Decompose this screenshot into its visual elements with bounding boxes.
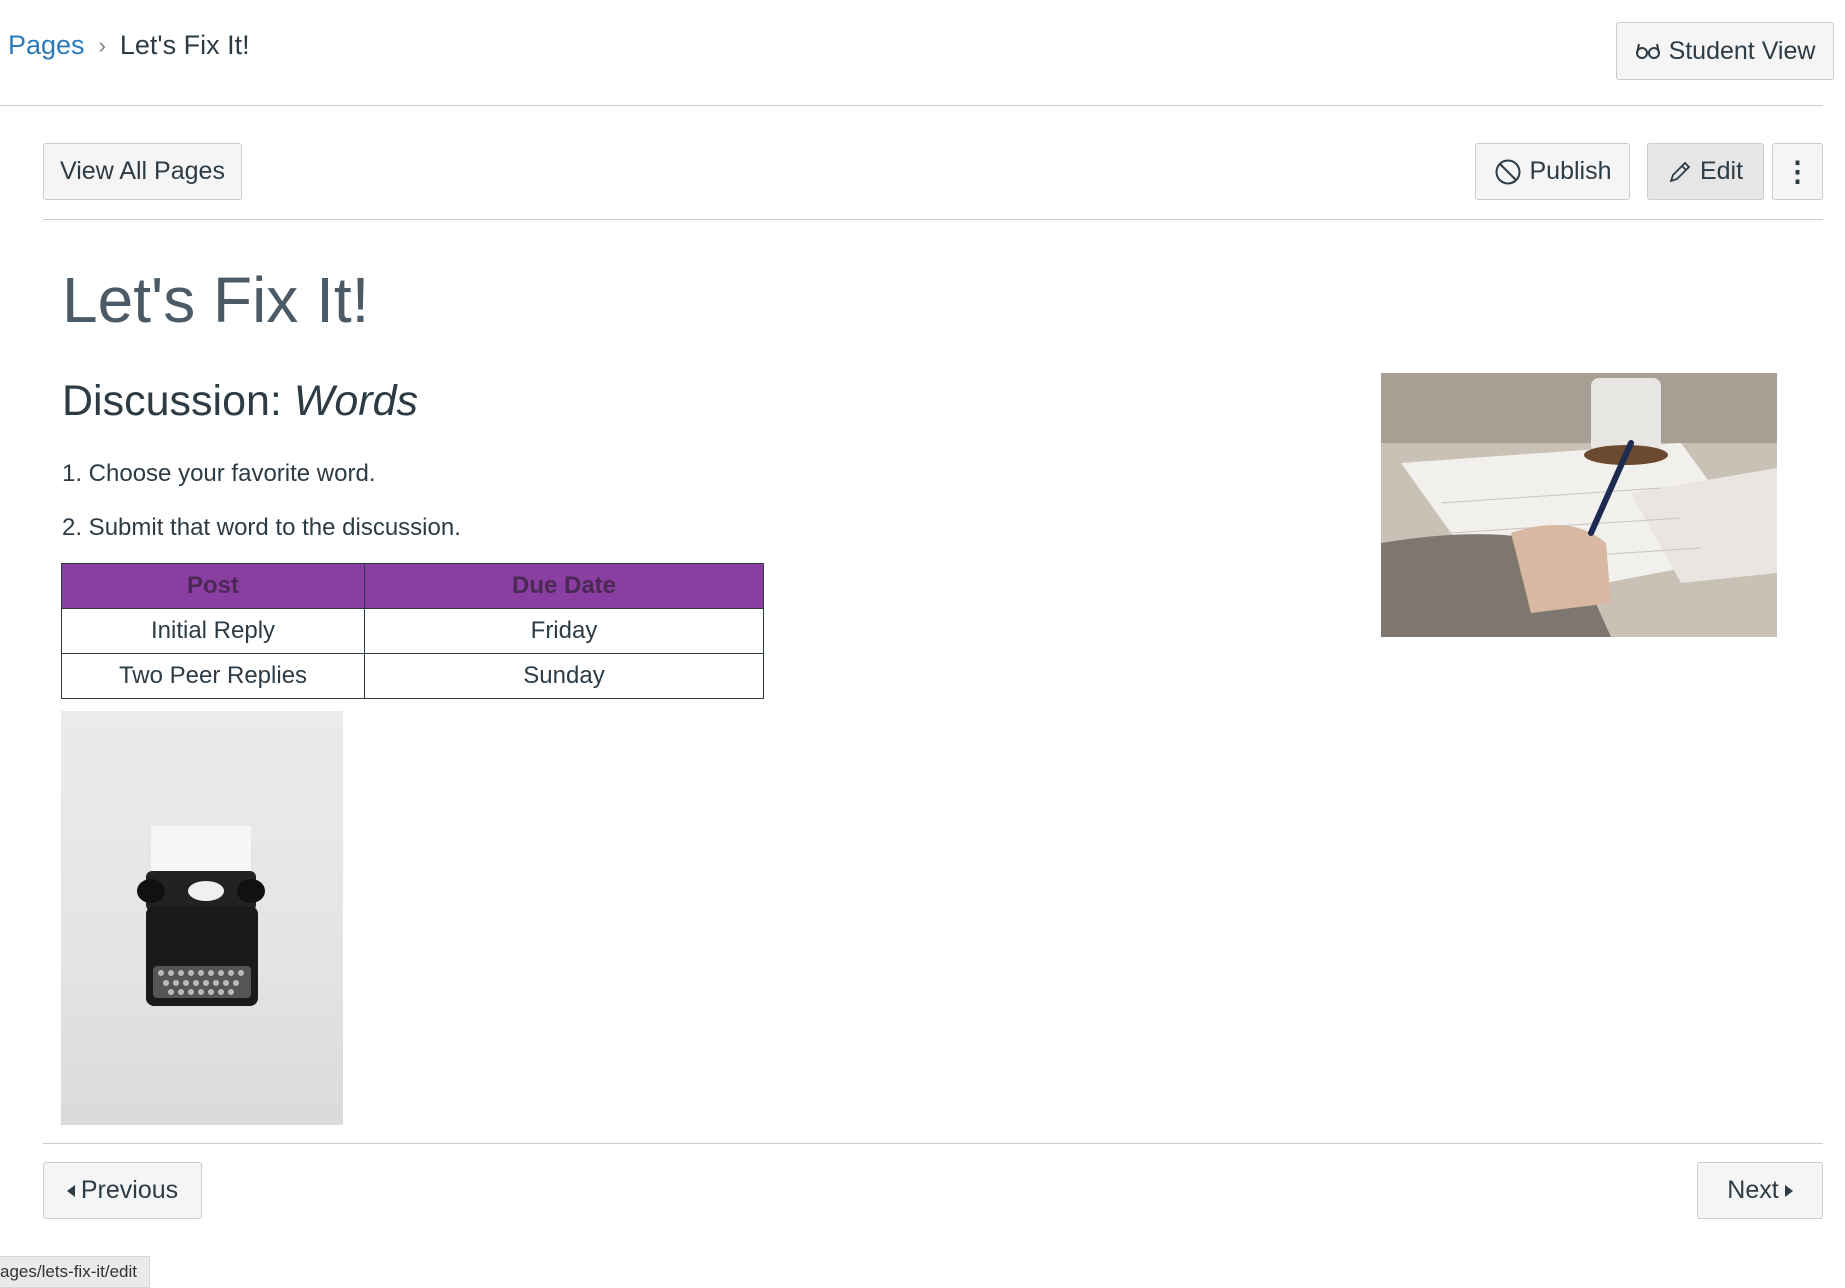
kebab-icon: ⋮ [1783, 156, 1812, 187]
table-cell: Sunday [364, 653, 764, 699]
student-view-label: Student View [1668, 36, 1816, 65]
caret-right-icon [1784, 1184, 1793, 1197]
table-cell: Initial Reply [61, 608, 365, 654]
table-row: Initial Reply Friday [61, 608, 764, 654]
page-title: Let's Fix It! [62, 264, 370, 336]
table-header-due-date: Due Date [364, 563, 764, 609]
edit-label: Edit [1699, 157, 1744, 185]
discussion-heading: Discussion: Words [62, 380, 418, 423]
table-row: Two Peer Replies Sunday [61, 653, 764, 699]
pencil-icon [1668, 160, 1692, 184]
edit-button[interactable]: Edit [1647, 143, 1764, 200]
breadcrumb: Pages › Let's Fix It! [8, 30, 250, 61]
breadcrumb-pages-link[interactable]: Pages [8, 30, 85, 61]
breadcrumb-current: Let's Fix It! [119, 30, 250, 60]
step-1: 1. Choose your favorite word. [62, 460, 376, 487]
table-cell: Two Peer Replies [61, 653, 365, 699]
table-header-post: Post [61, 563, 365, 609]
caret-left-icon [66, 1184, 75, 1197]
publish-button[interactable]: Publish [1475, 143, 1630, 200]
student-view-button[interactable]: Student View [1616, 22, 1834, 80]
table-header-row: Post Due Date [61, 563, 764, 609]
table-cell: Friday [364, 608, 764, 654]
glasses-icon [1635, 41, 1661, 61]
next-button[interactable]: Next [1697, 1162, 1823, 1219]
heading-prefix: Discussion: [62, 377, 294, 425]
typewriter-photo [61, 711, 343, 1125]
writing-photo [1381, 373, 1777, 637]
header-divider [0, 105, 1823, 106]
publish-label: Publish [1529, 157, 1612, 185]
toolbar-divider [43, 219, 1823, 220]
due-date-table: Post Due Date Initial Reply Friday Two P… [61, 563, 764, 699]
next-label: Next [1727, 1176, 1779, 1204]
view-all-pages-label: View All Pages [60, 157, 225, 185]
heading-emphasis: Words [293, 377, 419, 425]
previous-button[interactable]: Previous [43, 1162, 202, 1219]
status-bar-url: ages/lets-fix-it/edit [0, 1256, 150, 1288]
previous-label: Previous [80, 1176, 179, 1204]
breadcrumb-separator-icon: › [98, 32, 106, 58]
unpublished-icon [1494, 158, 1522, 186]
footer-divider [43, 1143, 1823, 1144]
step-2: 2. Submit that word to the discussion. [62, 514, 461, 541]
view-all-pages-button[interactable]: View All Pages [43, 143, 242, 200]
more-options-button[interactable]: ⋮ [1772, 143, 1823, 200]
